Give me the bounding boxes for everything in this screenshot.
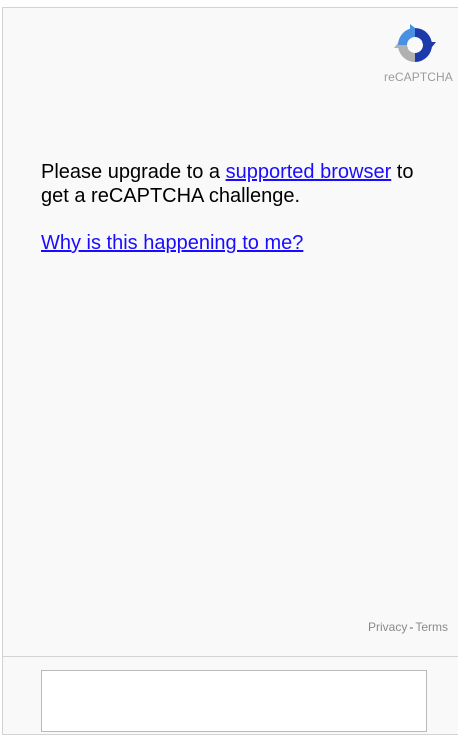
- challenge-panel: reCAPTCHA Please upgrade to a supported …: [3, 8, 458, 656]
- panel-divider: [3, 656, 458, 657]
- footer-separator: -: [409, 620, 414, 634]
- privacy-link[interactable]: Privacy: [368, 620, 407, 634]
- why-happening-link[interactable]: Why is this happening to me?: [41, 232, 303, 254]
- recaptcha-logo: reCAPTCHA: [384, 22, 453, 84]
- response-field[interactable]: [41, 670, 427, 732]
- recaptcha-frame: reCAPTCHA Please upgrade to a supported …: [2, 7, 458, 735]
- recaptcha-logo-label: reCAPTCHA: [384, 70, 453, 84]
- recaptcha-logo-icon: [394, 24, 436, 62]
- upgrade-message-text: Please upgrade to a: [41, 161, 226, 183]
- footer-links: Privacy - Terms: [368, 620, 448, 634]
- why-happening-container: Why is this happening to me?: [41, 231, 303, 255]
- upgrade-message: Please upgrade to a supported browser to…: [41, 160, 441, 208]
- supported-browser-link[interactable]: supported browser: [226, 161, 392, 183]
- terms-link[interactable]: Terms: [415, 620, 448, 634]
